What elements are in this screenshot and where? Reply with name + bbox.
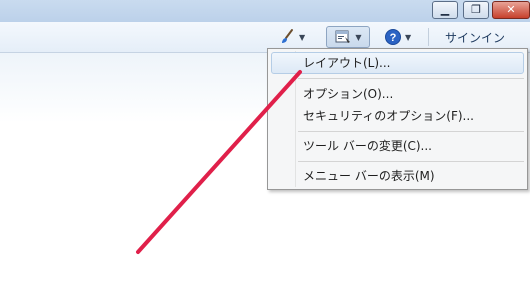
menu-item-layout[interactable]: レイアウト(L)...	[271, 52, 524, 74]
menu-separator	[298, 78, 524, 79]
toolbar-divider	[428, 28, 429, 46]
menu-item-security-options[interactable]: セキュリティのオプション(F)...	[271, 105, 524, 127]
chevron-down-icon: ▼	[355, 32, 362, 42]
menu-separator	[298, 161, 524, 162]
menu-item-label: ツール バーの変更(C)...	[303, 139, 433, 153]
menu-item-change-toolbar[interactable]: ツール バーの変更(C)...	[271, 135, 524, 157]
close-icon: ✕	[506, 3, 516, 16]
title-bar: ▁ ❐ ✕	[0, 0, 530, 22]
signin-label: サインイン	[445, 30, 506, 45]
menu-item-label: セキュリティのオプション(F)...	[303, 109, 474, 123]
menu-item-show-menubar[interactable]: メニュー バーの表示(M)	[271, 165, 524, 187]
menu-item-label: オプション(O)...	[303, 87, 394, 101]
menu-item-options[interactable]: オプション(O)...	[271, 83, 524, 105]
tools-menu: レイアウト(L)... オプション(O)... セキュリティのオプション(F).…	[267, 48, 528, 190]
maximize-icon: ❐	[471, 3, 481, 16]
paintbrush-icon	[282, 29, 293, 43]
menu-item-label: レイアウト(L)...	[303, 56, 391, 70]
chevron-down-icon: ▼	[299, 32, 306, 42]
menu-item-label: メニュー バーの表示(M)	[303, 169, 435, 183]
minimize-icon: ▁	[440, 3, 450, 16]
help-button[interactable]: ? ▼	[384, 26, 411, 48]
close-button[interactable]: ✕	[492, 1, 530, 19]
signin-link[interactable]: サインイン	[445, 26, 505, 48]
paint-button[interactable]: ▼	[278, 26, 305, 48]
chevron-down-icon: ▼	[405, 32, 412, 42]
minimize-button[interactable]: ▁	[432, 1, 458, 19]
tools-button[interactable]: ▼	[326, 26, 370, 48]
help-icon: ?	[385, 29, 401, 45]
menu-separator	[298, 131, 524, 132]
tools-icon	[335, 30, 351, 43]
svg-text:?: ?	[390, 32, 397, 44]
maximize-button[interactable]: ❐	[463, 1, 489, 19]
